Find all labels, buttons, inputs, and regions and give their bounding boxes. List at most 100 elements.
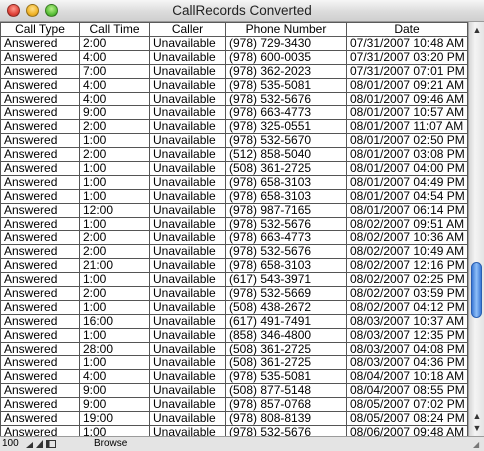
table-row[interactable]: Answered 12:00 Unavailable (978) 987-7165 08… [0,203,468,218]
cell-call-time[interactable]: 1:00 [80,328,150,343]
mode-label[interactable]: Browse [94,438,127,449]
cell-call-type[interactable]: Answered [0,398,80,413]
table-row[interactable]: Answered 28:00 Unavailable (508) 361-2725 08… [0,342,468,357]
table-row[interactable]: Answered 2:00 Unavailable (978) 532-5669 08/… [0,287,468,301]
cell-caller[interactable]: Unavailable [150,425,226,436]
cell-call-time[interactable]: 21:00 [80,259,150,274]
cell-caller[interactable]: Unavailable [150,328,226,343]
cell-call-type[interactable]: Answered [0,148,80,163]
resize-grip-icon[interactable]: ◢ [473,440,483,450]
cell-caller[interactable]: Unavailable [150,203,226,218]
cell-caller[interactable]: Unavailable [150,92,226,107]
table-row[interactable]: Answered 2:00 Unavailable (978) 325-0551 08/… [0,120,468,135]
cell-call-time[interactable]: 2:00 [80,231,150,246]
cell-date[interactable]: 08/04/2007 10:18 AM [347,370,468,385]
cell-caller[interactable]: Unavailable [150,287,226,301]
cell-call-time[interactable]: 7:00 [80,64,150,79]
cell-call-type[interactable]: Answered [0,78,80,93]
zoom-level[interactable]: 100 [2,438,19,449]
table-row[interactable]: Answered 1:00 Unavailable (978) 532-5676 08/… [0,217,468,232]
cell-call-type[interactable]: Answered [0,412,80,426]
cell-phone-number[interactable]: (617) 543-3971 [226,273,347,288]
cell-caller[interactable]: Unavailable [150,398,226,413]
cell-call-type[interactable]: Answered [0,259,80,274]
cell-call-type[interactable]: Answered [0,300,80,315]
table-row[interactable]: Answered 1:00 Unavailable (508) 438-2672 08/… [0,300,468,315]
cell-date[interactable]: 08/05/2007 07:02 PM [347,398,468,413]
cell-phone-number[interactable]: (978) 532-5676 [226,425,347,436]
cell-call-time[interactable]: 12:00 [80,203,150,218]
cell-caller[interactable]: Unavailable [150,37,226,51]
cell-call-time[interactable]: 1:00 [80,134,150,149]
toggle-status-area-icon[interactable] [46,440,56,448]
column-header-phone-number[interactable]: Phone Number [226,22,347,37]
table-row[interactable]: Answered 4:00 Unavailable (978) 532-5676 08/… [0,92,468,107]
cell-call-time[interactable]: 2:00 [80,120,150,135]
cell-call-type[interactable]: Answered [0,106,80,121]
table-row[interactable]: Answered 2:00 Unavailable (978) 532-5676 08/… [0,245,468,260]
cell-call-type[interactable]: Answered [0,162,80,176]
cell-caller[interactable]: Unavailable [150,412,226,426]
cell-call-time[interactable]: 4:00 [80,78,150,93]
cell-phone-number[interactable]: (508) 361-2725 [226,342,347,357]
zoom-in-icon[interactable] [36,440,43,448]
cell-caller[interactable]: Unavailable [150,314,226,329]
cell-date[interactable]: 08/01/2007 02:50 PM [347,134,468,149]
cell-caller[interactable]: Unavailable [150,384,226,399]
cell-phone-number[interactable]: (512) 858-5040 [226,148,347,163]
cell-date[interactable]: 07/31/2007 10:48 AM [347,37,468,51]
cell-call-time[interactable]: 4:00 [80,92,150,107]
cell-call-time[interactable]: 9:00 [80,398,150,413]
cell-date[interactable]: 08/03/2007 04:08 PM [347,342,468,357]
table-row[interactable]: Answered 2:00 Unavailable (512) 858-5040 08/… [0,148,468,163]
table-row[interactable]: Answered 7:00 Unavailable (978) 362-2023 07/… [0,64,468,79]
cell-call-time[interactable]: 4:00 [80,370,150,385]
table-row[interactable]: Answered 9:00 Unavailable (508) 877-5148 08/… [0,384,468,399]
cell-phone-number[interactable]: (978) 729-3430 [226,37,347,51]
cell-call-time[interactable]: 1:00 [80,356,150,371]
table-row[interactable]: Answered 1:00 Unavailable (858) 346-4800 08/… [0,328,468,343]
cell-call-time[interactable]: 28:00 [80,342,150,357]
cell-call-type[interactable]: Answered [0,425,80,436]
cell-date[interactable]: 08/02/2007 04:12 PM [347,300,468,315]
table-row[interactable]: Answered 19:00 Unavailable (978) 808-8139 08… [0,412,468,426]
cell-call-time[interactable]: 2:00 [80,148,150,163]
table-row[interactable]: Answered 1:00 Unavailable (508) 361-2725 08/… [0,162,468,176]
table-row[interactable]: Answered 21:00 Unavailable (978) 658-3103 08… [0,259,468,274]
cell-call-time[interactable]: 1:00 [80,273,150,288]
cell-caller[interactable]: Unavailable [150,50,226,65]
cell-phone-number[interactable]: (978) 663-4773 [226,106,347,121]
scroll-up-arrow-bottom-icon[interactable]: ▲ [471,410,483,422]
cell-phone-number[interactable]: (978) 987-7165 [226,203,347,218]
cell-call-type[interactable]: Answered [0,328,80,343]
cell-call-type[interactable]: Answered [0,203,80,218]
cell-call-type[interactable]: Answered [0,287,80,301]
cell-caller[interactable]: Unavailable [150,175,226,190]
table-row[interactable]: Answered 9:00 Unavailable (978) 663-4773 08/… [0,106,468,121]
cell-call-time[interactable]: 1:00 [80,425,150,436]
cell-date[interactable]: 08/04/2007 08:55 PM [347,384,468,399]
cell-phone-number[interactable]: (978) 535-5081 [226,78,347,93]
table-row[interactable]: Answered 4:00 Unavailable (978) 600-0035 07/… [0,50,468,65]
cell-date[interactable]: 08/01/2007 03:08 PM [347,148,468,163]
cell-call-type[interactable]: Answered [0,231,80,246]
cell-date[interactable]: 08/02/2007 10:36 AM [347,231,468,246]
cell-date[interactable]: 08/03/2007 12:35 PM [347,328,468,343]
cell-caller[interactable]: Unavailable [150,162,226,176]
cell-caller[interactable]: Unavailable [150,64,226,79]
cell-call-type[interactable]: Answered [0,50,80,65]
cell-call-type[interactable]: Answered [0,64,80,79]
scroll-down-arrow-icon[interactable]: ▼ [471,422,483,434]
cell-phone-number[interactable]: (978) 857-0768 [226,398,347,413]
cell-call-type[interactable]: Answered [0,342,80,357]
cell-date[interactable]: 07/31/2007 03:20 PM [347,50,468,65]
cell-call-time[interactable]: 9:00 [80,106,150,121]
cell-caller[interactable]: Unavailable [150,259,226,274]
table-row[interactable]: Answered 2:00 Unavailable (978) 729-3430 07/… [0,37,468,51]
cell-date[interactable]: 08/03/2007 10:37 AM [347,314,468,329]
cell-call-time[interactable]: 2:00 [80,37,150,51]
cell-call-time[interactable]: 2:00 [80,287,150,301]
cell-phone-number[interactable]: (978) 532-5670 [226,134,347,149]
table-row[interactable]: Answered 4:00 Unavailable (978) 535-5081 08/… [0,78,468,93]
cell-call-time[interactable]: 4:00 [80,50,150,65]
